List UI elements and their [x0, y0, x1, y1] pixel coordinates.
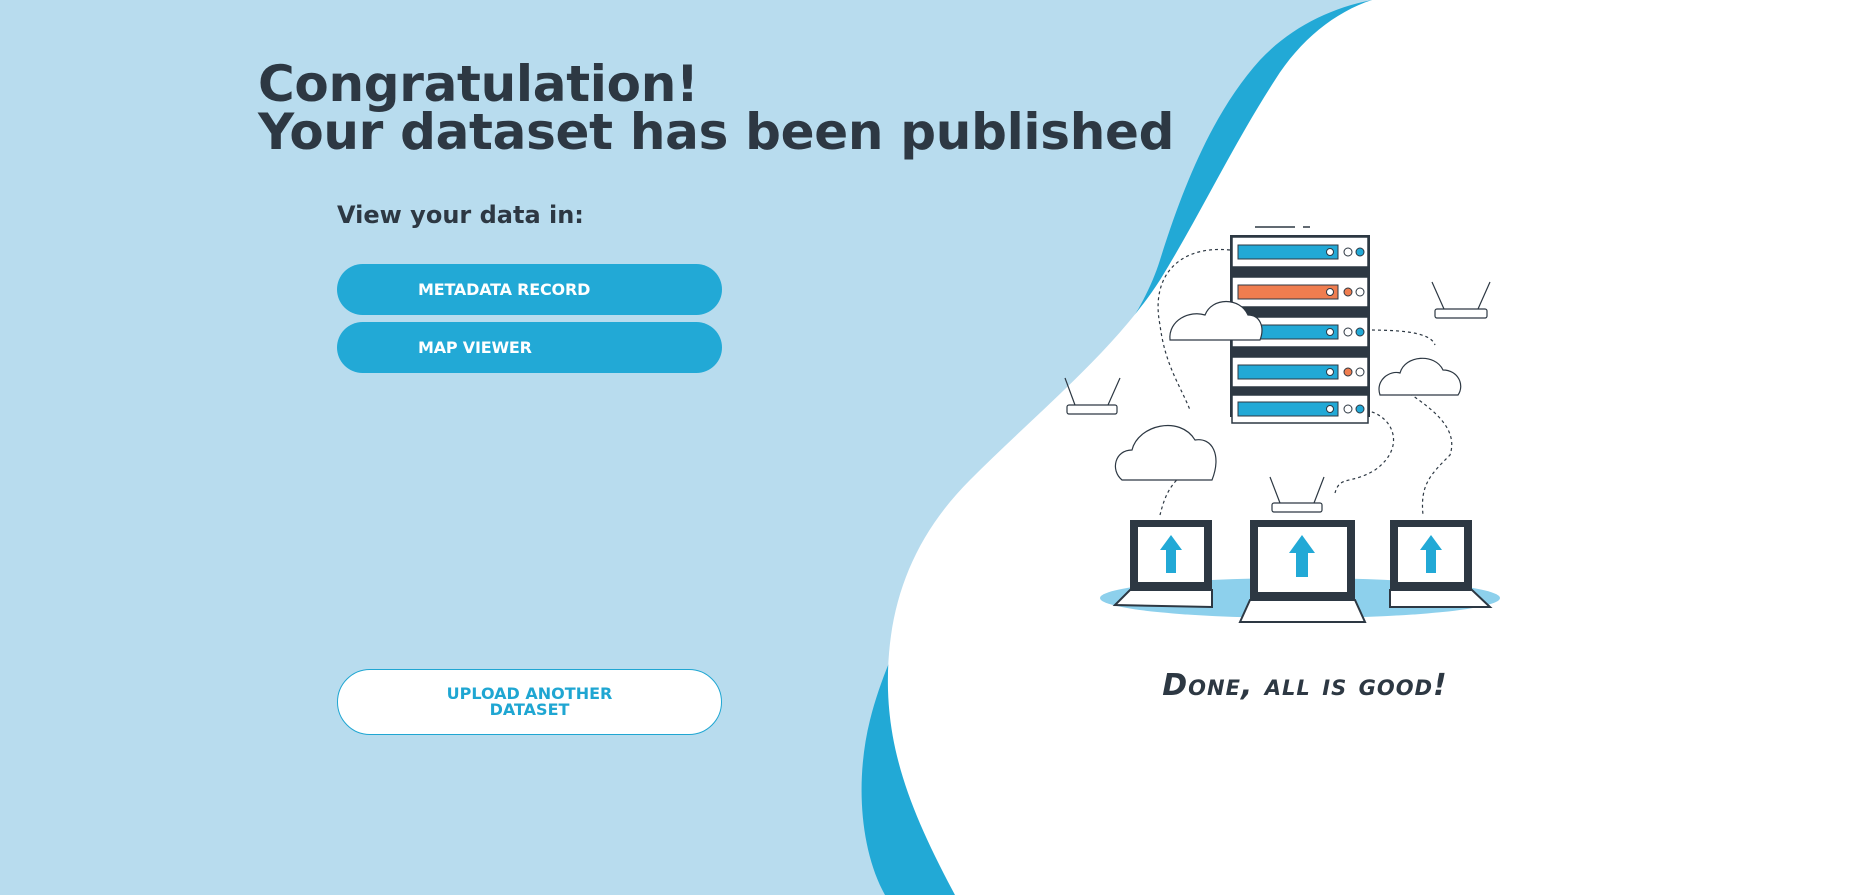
map-viewer-button[interactable]: MAP VIEWER [337, 322, 722, 373]
title-line-1: Congratulation! [258, 55, 699, 113]
success-caption: Done, all is good! [1162, 668, 1448, 703]
page-title: Congratulation! Your dataset has been pu… [258, 55, 1175, 161]
view-data-label: View your data in: [337, 201, 584, 229]
laptop-upload-icon [1112, 520, 1493, 623]
title-line-2: Your dataset has been published [258, 103, 1175, 161]
upload-another-dataset-button[interactable]: UPLOAD ANOTHER DATASET [337, 669, 722, 735]
upload-button-line-2: DATASET [489, 700, 570, 719]
network-illustration [1064, 226, 1500, 623]
metadata-record-button[interactable]: METADATA RECORD [337, 264, 722, 315]
